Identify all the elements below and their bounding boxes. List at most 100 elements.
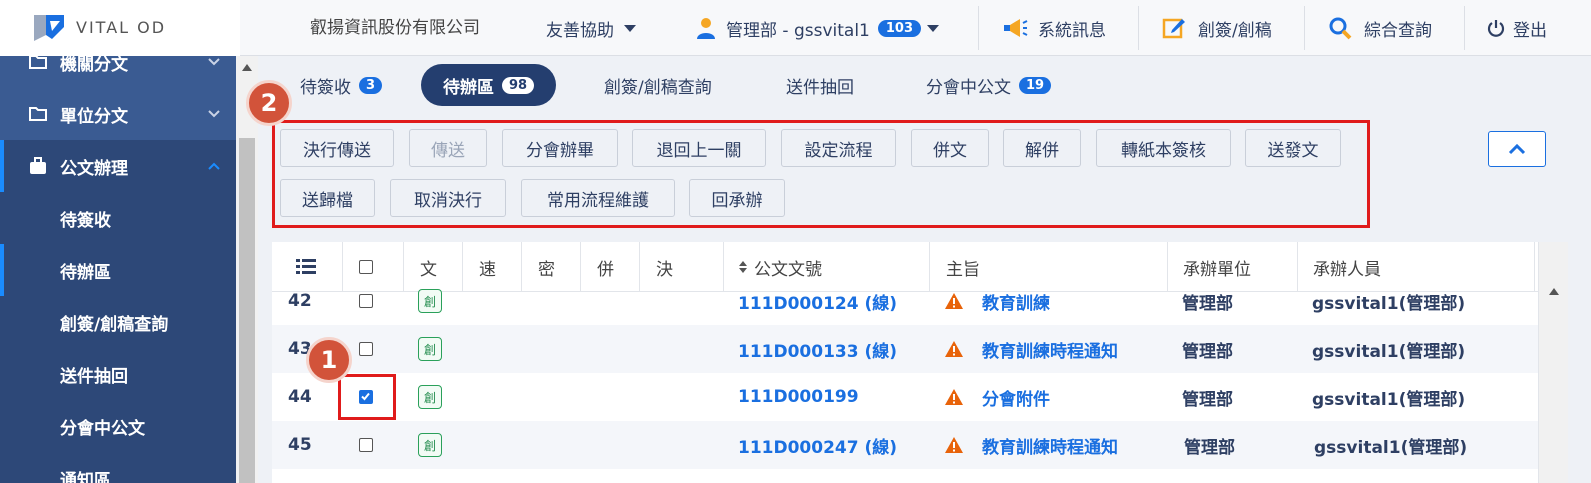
- row-number: 45: [288, 435, 312, 455]
- doc-number-link[interactable]: 111D000133 (線): [738, 325, 897, 373]
- doc-number-link[interactable]: 111D000124 (線): [738, 277, 897, 325]
- table-row[interactable]: 43 創 111D000133 (線) 教育訓練時程通知 管理部 gssvita…: [272, 325, 1538, 373]
- tab-pending-receipt[interactable]: 待簽收 3: [300, 64, 383, 106]
- archive-button[interactable]: 送歸檔: [280, 179, 375, 217]
- tab-label: 待簽收: [300, 77, 351, 98]
- return-previous-button[interactable]: 退回上一關: [632, 129, 766, 167]
- checkbox-highlight: [338, 374, 396, 420]
- handling-person: gssvital1(管理部): [1312, 389, 1466, 410]
- sidebar-item-document-processing[interactable]: 公文辦理: [0, 140, 236, 192]
- scroll-up-arrow-icon[interactable]: [242, 64, 252, 71]
- dispatch-button[interactable]: 送發文: [1245, 129, 1341, 167]
- chevron-up-icon: [1508, 143, 1526, 155]
- folder-icon: [29, 107, 47, 121]
- sidebar-item-agency-distribution[interactable]: 機關分文: [0, 56, 236, 88]
- table-row[interactable]: 44 創 111D000199 分會附件 管理部 gssvital1(管理部): [272, 373, 1538, 421]
- user-menu[interactable]: 管理部 - gssvital1 103: [696, 0, 939, 56]
- scroll-up-arrow-icon[interactable]: [1549, 288, 1559, 295]
- company-name: 叡揚資訊股份有限公司: [310, 18, 480, 38]
- sidebar-subitem-todo[interactable]: 待辦區: [0, 244, 236, 296]
- flow-maintenance-button[interactable]: 常用流程維護: [521, 179, 675, 217]
- table-row[interactable]: 45 創 111D000247 (線) 教育訓練時程通知 管理部 gssvita…: [272, 421, 1538, 469]
- sidebar: 機關分文 單位分文 公文辦理 待簽收 待辦區 創簽/創稿查詢 送件抽回 分會中公…: [0, 56, 236, 483]
- search-button[interactable]: 綜合查詢: [1328, 0, 1432, 56]
- sidebar-subitem-create-query[interactable]: 創簽/創稿查詢: [0, 296, 236, 348]
- logout-button[interactable]: 登出: [1487, 0, 1547, 56]
- cancel-final-button[interactable]: 取消決行: [390, 179, 506, 217]
- warning-icon: [945, 293, 963, 309]
- doc-number-link[interactable]: 111D000199: [738, 373, 859, 421]
- unmerge-button[interactable]: 解併: [1003, 129, 1081, 167]
- row-number: 42: [288, 291, 312, 311]
- handling-person: gssvital1(管理部): [1314, 437, 1468, 458]
- subject-link[interactable]: 教育訓練: [944, 277, 1050, 325]
- messages-button[interactable]: 系統訊息: [1002, 0, 1106, 56]
- tab-todo[interactable]: 待辦區 98: [421, 64, 557, 106]
- search-label: 綜合查詢: [1364, 20, 1432, 41]
- folder-icon: [29, 56, 47, 69]
- doc-number-link[interactable]: 111D000247 (線): [738, 421, 897, 469]
- merge-button[interactable]: 併文: [911, 129, 989, 167]
- subject-link[interactable]: 教育訓練時程通知: [944, 325, 1118, 373]
- tab-label: 送件抽回: [786, 77, 854, 98]
- tab-create-query[interactable]: 創簽/創稿查詢: [604, 64, 712, 106]
- tab-label: 創簽/創稿查詢: [604, 77, 712, 98]
- collapse-toolbar-button[interactable]: [1488, 131, 1546, 167]
- logout-label: 登出: [1513, 20, 1547, 41]
- sidebar-subitem-withdraw[interactable]: 送件抽回: [0, 348, 236, 400]
- send-button[interactable]: 傳送: [409, 129, 487, 167]
- sidebar-item-label: 單位分文: [60, 106, 128, 127]
- warning-icon: [945, 389, 963, 405]
- sidebar-subitem-in-review[interactable]: 分會中公文: [0, 400, 236, 452]
- accessibility-menu[interactable]: 友善協助: [546, 0, 636, 56]
- logo-text: VITAL OD: [76, 18, 167, 37]
- subject-link[interactable]: 教育訓練時程通知: [944, 421, 1118, 469]
- sidebar-item-label: 機關分文: [60, 56, 128, 75]
- sidebar-subitem-pending-receipt[interactable]: 待簽收: [0, 192, 236, 244]
- user-badge: 103: [877, 19, 921, 37]
- handling-unit: 管理部: [1184, 437, 1235, 458]
- logo-icon: [34, 14, 64, 41]
- annotation-marker-2: 2: [246, 80, 292, 126]
- row-checkbox[interactable]: [359, 421, 373, 469]
- chevron-up-icon: [208, 162, 220, 170]
- paper-review-button[interactable]: 轉紙本簽核: [1096, 129, 1231, 167]
- sort-icon: [739, 261, 747, 273]
- warning-icon: [945, 341, 963, 357]
- briefcase-icon: [30, 157, 46, 174]
- return-handler-button[interactable]: 回承辦: [689, 179, 785, 217]
- chevron-down-icon: [208, 110, 220, 118]
- chevron-down-icon: [927, 24, 939, 32]
- final-send-button[interactable]: 決行傳送: [280, 129, 394, 167]
- review-done-button[interactable]: 分會辦畢: [502, 129, 618, 167]
- user-icon: [697, 18, 715, 39]
- subject-link[interactable]: 分會附件: [944, 373, 1050, 421]
- handling-person: gssvital1(管理部): [1312, 293, 1466, 314]
- logo[interactable]: VITAL OD: [0, 0, 240, 56]
- row-number: 44: [288, 387, 312, 407]
- tab-in-review[interactable]: 分會中公文 19: [926, 64, 1052, 106]
- sidebar-item-unit-distribution[interactable]: 單位分文: [0, 88, 236, 140]
- warning-icon: [945, 437, 963, 453]
- sidebar-subitem-notifications[interactable]: 通知區: [0, 452, 236, 483]
- handling-unit: 管理部: [1182, 389, 1233, 410]
- tab-label: 待辦區: [443, 77, 494, 98]
- row-checkbox[interactable]: [359, 277, 373, 325]
- tab-count: 98: [502, 76, 535, 94]
- doc-type-tag: 創: [418, 385, 442, 409]
- create-button[interactable]: 創簽/創稿: [1162, 0, 1272, 56]
- edit-icon: [1162, 18, 1185, 39]
- create-label: 創簽/創稿: [1198, 20, 1272, 41]
- table-scrollbar[interactable]: [1538, 242, 1568, 483]
- row-checkbox[interactable]: [359, 325, 373, 373]
- scrollbar-thumb[interactable]: [239, 138, 255, 483]
- handling-person: gssvital1(管理部): [1312, 341, 1466, 362]
- tab-count: 19: [1019, 76, 1052, 94]
- megaphone-icon: [1004, 19, 1028, 37]
- table-row[interactable]: 42 創 111D000124 (線) 教育訓練 管理部 gssvital1(管…: [272, 277, 1538, 325]
- tab-withdraw[interactable]: 送件抽回: [786, 64, 854, 106]
- set-flow-button[interactable]: 設定流程: [781, 129, 896, 167]
- doc-type-tag: 創: [418, 289, 442, 313]
- annotation-marker-1: 1: [306, 337, 352, 383]
- chevron-down-icon: [208, 58, 220, 66]
